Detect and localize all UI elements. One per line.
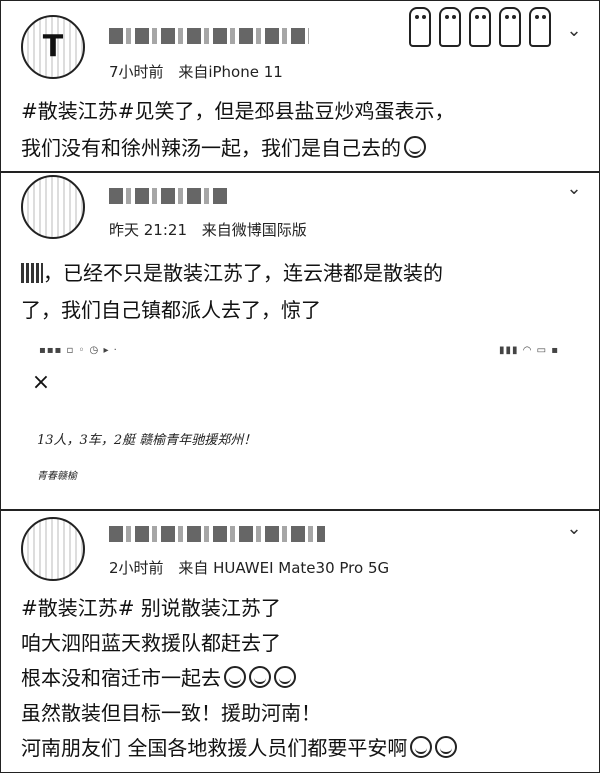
pray-emoji-icon xyxy=(435,736,458,758)
chevron-down-icon[interactable]: ⌄ xyxy=(563,520,585,538)
post-text: ，已经不只是散装江苏了，连云港都是散装的 了，我们自己镇都派人去了，惊了 xyxy=(21,255,579,329)
avatar[interactable] xyxy=(21,175,85,239)
post-meta: 7小时前 来自iPhone 11 xyxy=(109,61,283,82)
post-time: 7小时前 xyxy=(109,63,164,81)
avatar[interactable]: T xyxy=(21,15,85,79)
cat-paw-icon xyxy=(409,7,431,47)
pray-emoji-icon xyxy=(410,736,433,758)
post-line: #散装江苏# 别说散装江苏了 xyxy=(21,596,281,620)
chevron-down-icon[interactable]: ⌄ xyxy=(563,22,585,40)
laugh-cry-emoji-icon xyxy=(224,666,246,688)
handwriting-line: 13人，3车，2艇 赣榆青年驰援郑州！ xyxy=(37,433,257,448)
status-right-icons: ▮▮▮ ◠ ▭ ▪ xyxy=(499,345,559,356)
post-line: 河南朋友们 全国各地救援人员们都要平安啊 xyxy=(21,731,579,766)
username-blurred[interactable] xyxy=(109,185,229,207)
post-meta: 2小时前 来自 HUAWEI Mate30 Pro 5G xyxy=(109,557,389,578)
grin-emoji-icon xyxy=(404,136,426,158)
username-blurred[interactable] xyxy=(109,523,325,545)
laugh-cry-emoji-icon xyxy=(249,666,271,688)
close-icon[interactable]: × xyxy=(31,372,51,394)
blurred-mention xyxy=(21,263,43,283)
weibo-post-3: 2小时前 来自 HUAWEI Mate30 Pro 5G ⌄ #散装江苏# 别说… xyxy=(0,510,600,773)
post-meta: 昨天 21:21 来自微博国际版 xyxy=(109,219,307,240)
post-line: #散装江苏#见笑了，但是邳县盐豆炒鸡蛋表示， xyxy=(21,99,455,123)
post-time: 2小时前 xyxy=(109,559,164,577)
post-line: 我们没有和徐州辣汤一起，我们是自己去的 xyxy=(21,130,579,167)
cat-paw-icon xyxy=(439,7,461,47)
weibo-post-1: T 7小时前 来自iPhone 11 ⌄ #散装江苏#见笑了，但是邳县盐豆炒鸡蛋… xyxy=(0,0,600,172)
post-line: 虽然散装但目标一致！援助河南！ xyxy=(21,701,321,725)
post-text: #散装江苏#见笑了，但是邳县盐豆炒鸡蛋表示， 我们没有和徐州辣汤一起，我们是自己… xyxy=(21,93,579,167)
cat-paw-icon xyxy=(469,7,491,47)
chevron-down-icon[interactable]: ⌄ xyxy=(563,180,585,198)
post-line: ，已经不只是散装江苏了，连云港都是散装的 xyxy=(21,255,579,292)
post-source: 来自微博国际版 xyxy=(201,221,307,239)
post-source: 来自iPhone 11 xyxy=(178,63,283,81)
post-source: 来自 HUAWEI Mate30 Pro 5G xyxy=(178,559,390,577)
post-time: 昨天 21:21 xyxy=(109,221,187,239)
status-left-icons: ▪▪▪ ▫ ◦ ◷ ▸ · xyxy=(39,345,118,356)
laugh-cry-emoji-icon xyxy=(274,666,296,688)
post-line: 根本没和宿迁市一起去 xyxy=(21,661,579,696)
weibo-post-2: 昨天 21:21 来自微博国际版 ⌄ ，已经不只是散装江苏了，连云港都是散装的 … xyxy=(0,172,600,510)
username-blurred[interactable] xyxy=(109,25,309,47)
post-text: #散装江苏# 别说散装江苏了 咱大泗阳蓝天救援队都赶去了 根本没和宿迁市一起去 … xyxy=(21,591,579,766)
avatar[interactable] xyxy=(21,517,85,581)
cat-paw-icon xyxy=(499,7,521,47)
post-line: 了，我们自己镇都派人去了，惊了 xyxy=(21,298,321,322)
cat-paw-icon xyxy=(529,7,551,47)
embedded-screenshot[interactable]: ▪▪▪ ▫ ◦ ◷ ▸ · ▮▮▮ ◠ ▭ ▪ × 13人，3车，2艇 赣榆青年… xyxy=(1,333,599,509)
phone-status-bar: ▪▪▪ ▫ ◦ ◷ ▸ · ▮▮▮ ◠ ▭ ▪ xyxy=(39,345,559,359)
post-line: 咱大泗阳蓝天救援队都赶去了 xyxy=(21,631,281,655)
avatar-pendant-decoration xyxy=(409,7,551,47)
handwriting-signature: 青春赣榆 xyxy=(37,471,77,482)
